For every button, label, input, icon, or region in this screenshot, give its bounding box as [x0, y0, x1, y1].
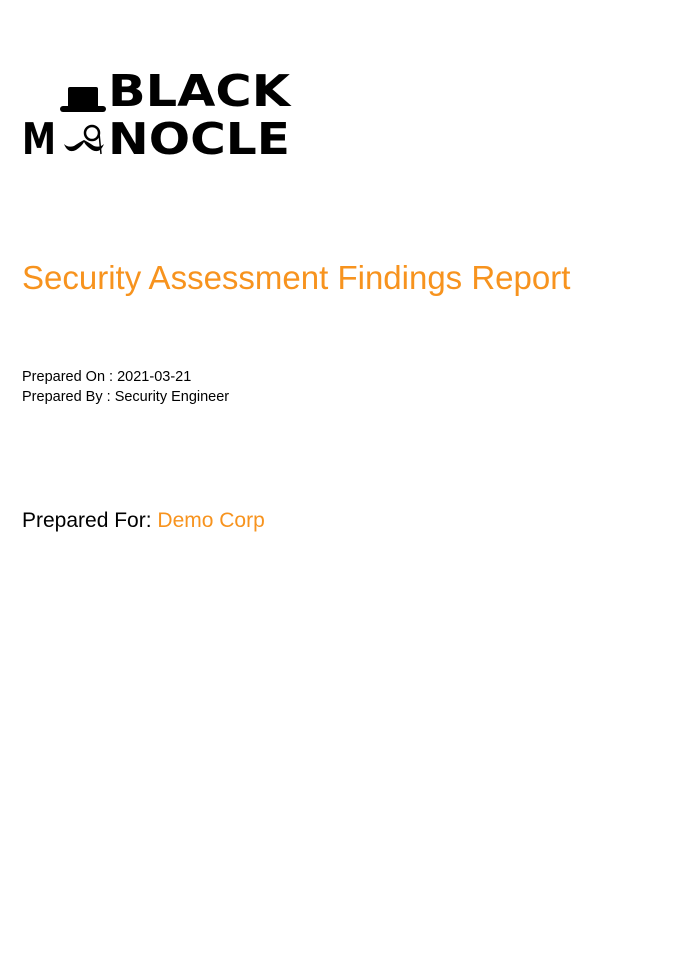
prepared-for-label: Prepared For:: [22, 509, 158, 532]
logo-text-nocle: NOCLE: [108, 114, 290, 158]
prepared-on-line: Prepared On : 2021-03-21: [22, 367, 229, 387]
logo-text-m: M: [22, 114, 56, 158]
report-meta: Prepared On : 2021-03-21 Prepared By : S…: [22, 367, 229, 407]
prepared-on-label: Prepared On :: [22, 369, 118, 385]
prepared-by-value: Security Engineer: [114, 389, 230, 405]
prepared-by-label: Prepared By :: [22, 389, 115, 405]
prepared-for: Prepared For: Demo Corp: [22, 508, 265, 534]
monocle-mustache-icon: [64, 124, 104, 155]
prepared-for-value: Demo Corp: [157, 509, 265, 532]
logo-text-black: BLACK: [108, 66, 292, 117]
company-logo: BLACK M NOCLE: [22, 62, 292, 158]
prepared-by-line: Prepared By : Security Engineer: [22, 387, 229, 407]
top-hat-icon: [60, 87, 106, 112]
report-title: Security Assessment Findings Report: [22, 259, 571, 296]
black-monocle-logo: BLACK M NOCLE: [22, 66, 292, 158]
prepared-on-value: 2021-03-21: [117, 369, 192, 385]
